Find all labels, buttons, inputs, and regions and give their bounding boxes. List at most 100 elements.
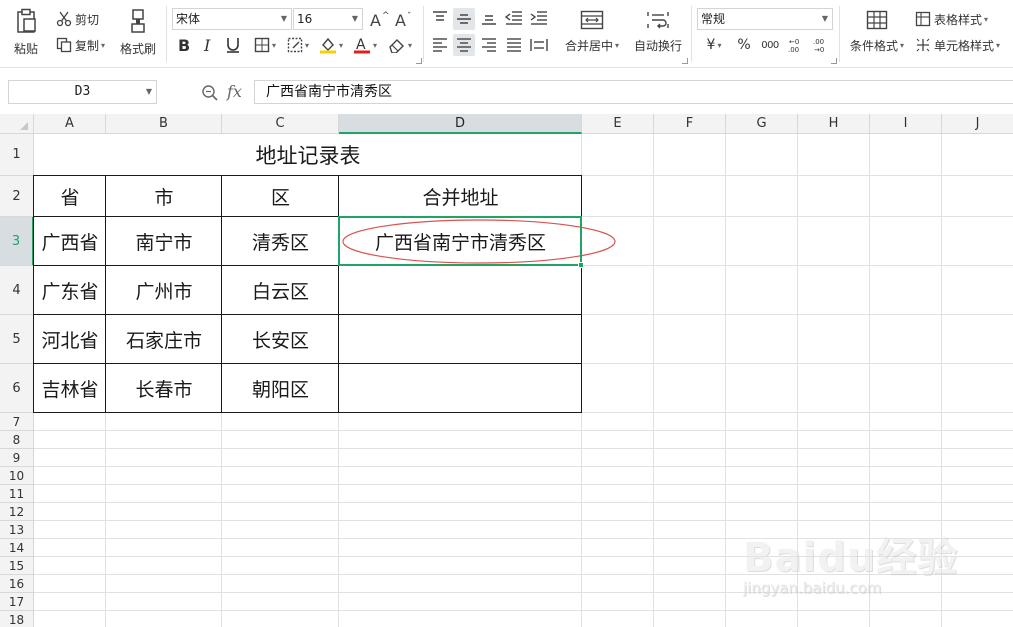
cell-format-button[interactable]: ▾ [283,35,313,55]
row-header-9[interactable]: 9 [0,449,34,467]
row-header-6[interactable]: 6 [0,364,34,413]
fx-button[interactable]: fx [227,81,249,103]
align-middle-button[interactable] [453,8,475,30]
row-header-15[interactable]: 15 [0,557,34,575]
column-header-e[interactable]: E [582,114,654,134]
increase-decimal-button[interactable]: ←0.00 [785,35,807,55]
wrap-text-button[interactable]: 自动换行 [630,8,686,56]
merge-center-button[interactable]: 合并居中 ▾ [560,8,624,56]
cell-merged-address[interactable]: 广西省南宁市清秀区 [339,217,582,266]
decrease-indent-button[interactable] [503,8,525,28]
increase-indent-button[interactable] [528,8,550,28]
thousands-button[interactable]: 000 [759,35,781,55]
cell-district[interactable]: 清秀区 [222,217,339,266]
align-right-button[interactable] [479,35,499,55]
row-header-2[interactable]: 2 [0,176,34,217]
distributed-align-button[interactable] [528,35,550,55]
cell-district[interactable]: 朝阳区 [222,364,339,413]
format-painter-button[interactable]: 格式刷 [116,6,160,58]
column-header-g[interactable]: G [726,114,798,134]
row-header-13[interactable]: 13 [0,521,34,539]
row-header-4[interactable]: 4 [0,266,34,315]
row-header-5[interactable]: 5 [0,315,34,364]
fill-handle[interactable] [578,262,584,268]
font-size-select[interactable]: 16 ▼ [293,8,363,30]
column-header-d[interactable]: D [339,114,582,134]
chevron-down-icon[interactable]: ▾ [101,41,105,50]
cell-merged-address[interactable] [339,266,582,315]
cut-button[interactable]: 剪切 [56,10,99,28]
column-header-c[interactable]: C [222,114,339,134]
table-style-button[interactable]: 表格样式 ▾ [915,10,988,28]
cell-district[interactable]: 白云区 [222,266,339,315]
header-cell-province[interactable]: 省 [34,176,106,217]
name-box-value: D3 [74,84,91,99]
title-cell[interactable]: 地址记录表 [34,134,582,176]
row-header-7[interactable]: 7 [0,413,34,431]
row-header-10[interactable]: 10 [0,467,34,485]
paste-button[interactable]: 粘贴 [6,6,46,58]
cell-merged-address[interactable] [339,315,582,364]
cell-city[interactable]: 长春市 [106,364,222,413]
cell-province[interactable]: 吉林省 [34,364,106,413]
justify-button[interactable] [503,35,525,55]
copy-button[interactable]: 复制 ▾ [56,36,105,54]
row-header-11[interactable]: 11 [0,485,34,503]
cell-province[interactable]: 广西省 [34,217,106,266]
decrease-font-button[interactable]: Aˇ [394,8,414,30]
number-format-value: 常规 [701,12,726,26]
cell-city[interactable]: 石家庄市 [106,315,222,364]
bold-button[interactable]: B [174,35,194,55]
align-center-button[interactable] [453,34,475,56]
number-format-select[interactable]: 常规 ▼ [697,8,833,30]
cell-province[interactable]: 河北省 [34,315,106,364]
align-top-button[interactable] [430,8,450,28]
column-header-j[interactable]: J [942,114,1013,134]
cell-city[interactable]: 南宁市 [106,217,222,266]
column-header-h[interactable]: H [798,114,870,134]
row-header-12[interactable]: 12 [0,503,34,521]
header-cell-district[interactable]: 区 [222,176,339,217]
number-group-launcher[interactable] [831,58,837,64]
fill-color-button[interactable]: ▾ [316,35,346,55]
spreadsheet-grid[interactable]: ABCDEFGHIJ 1 2 3 4 5 6 7 8 9 10 11 12 13 14 15 16 17 18 地… [0,114,1013,627]
name-box[interactable]: D3 ▼ [8,80,157,104]
row-header-16[interactable]: 16 [0,575,34,593]
header-cell-merged-address[interactable]: 合并地址 [339,176,582,217]
column-header-f[interactable]: F [654,114,726,134]
cell-district[interactable]: 长安区 [222,315,339,364]
currency-button[interactable]: ¥ ▾ [701,35,727,55]
column-header-i[interactable]: I [870,114,942,134]
row-header-14[interactable]: 14 [0,539,34,557]
row-header-18[interactable]: 18 [0,611,34,627]
header-cell-city[interactable]: 市 [106,176,222,217]
row-header-8[interactable]: 8 [0,431,34,449]
row-header-1[interactable]: 1 [0,134,34,176]
clear-format-button[interactable]: ▾ [385,35,415,55]
cell-style-button[interactable]: 单元格样式 ▾ [915,36,1000,54]
table-border-v [338,175,339,413]
select-all-corner[interactable] [0,114,34,134]
cell-city[interactable]: 广州市 [106,266,222,315]
underline-button[interactable] [222,35,244,55]
cell-province[interactable]: 广东省 [34,266,106,315]
align-bottom-button[interactable] [479,8,499,28]
alignment-group-launcher[interactable] [682,58,688,64]
font-name-select[interactable]: 宋体 ▼ [172,8,292,30]
formula-input[interactable]: 广西省南宁市清秀区 [254,80,1013,104]
italic-button[interactable]: I [198,35,218,55]
cell-merged-address[interactable] [339,364,582,413]
font-group-launcher[interactable] [416,58,422,64]
percent-button[interactable]: % [735,35,753,55]
column-header-a[interactable]: A [34,114,106,134]
conditional-format-button[interactable]: 条件格式 ▾ [846,8,908,56]
column-header-b[interactable]: B [106,114,222,134]
border-button[interactable]: ▾ [250,35,280,55]
decrease-decimal-button[interactable]: .00 →0 [810,35,832,55]
zoom-function-icon[interactable] [201,84,219,102]
font-color-button[interactable]: A ▾ [350,35,380,55]
increase-font-button[interactable]: A ^ [369,8,389,30]
row-header-3[interactable]: 3 [0,217,34,266]
align-left-button[interactable] [430,35,450,55]
row-header-17[interactable]: 17 [0,593,34,611]
